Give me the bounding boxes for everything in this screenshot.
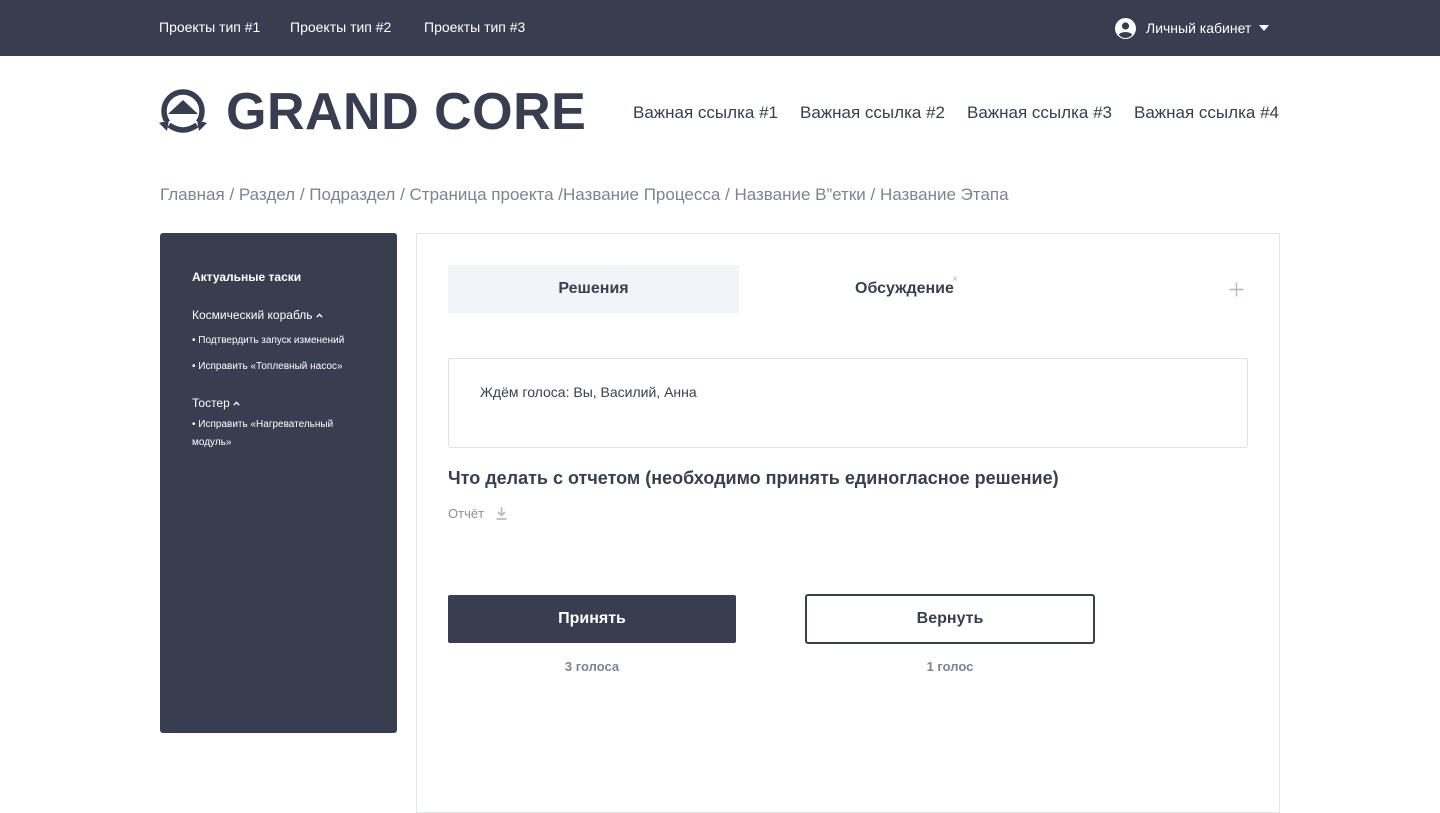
report-label: Отчёт — [448, 506, 485, 521]
return-votes-count: 1 голос — [926, 659, 974, 674]
report-download-link[interactable]: Отчёт — [448, 506, 507, 521]
sidebar: Актуальные таски Космический корабль • П… — [160, 233, 397, 733]
top-bar: Проекты тип #1 Проекты тип #2 Проекты ти… — [0, 0, 1440, 56]
chevron-up-icon — [233, 400, 240, 406]
sidebar-task-item[interactable]: • Подтвердить запуск изменений — [192, 332, 362, 350]
sidebar-group-label: Тостер — [192, 396, 230, 410]
decision-question: Что делать с отчетом (необходимо принять… — [448, 468, 1059, 488]
tab-decisions[interactable]: Решения — [448, 265, 739, 313]
voting-status-box: Ждём голоса: Вы, Василий, Анна — [448, 358, 1248, 448]
breadcrumb-item[interactable]: Раздел — [239, 185, 295, 204]
breadcrumb-item[interactable]: Страница проекта — [410, 185, 554, 204]
download-icon — [496, 507, 507, 520]
breadcrumb-item[interactable]: Название В”етки — [734, 185, 865, 204]
breadcrumb-item-current[interactable]: Название Этапа — [880, 185, 1009, 204]
sidebar-group-toaster[interactable]: Тостер — [192, 396, 240, 410]
breadcrumb-item[interactable]: Подраздел — [309, 185, 395, 204]
top-nav-link-3[interactable]: Проекты тип #3 — [424, 19, 525, 35]
logo-icon[interactable] — [158, 89, 208, 133]
main-nav-link-3[interactable]: Важная ссылка #3 — [967, 103, 1112, 123]
user-avatar-icon — [1115, 17, 1136, 39]
account-menu[interactable]: Личный кабинет — [1115, 17, 1270, 39]
breadcrumb-item[interactable]: Главная — [160, 185, 225, 204]
sidebar-task-item[interactable]: • Исправить «Топлевный насос» — [192, 358, 362, 376]
sidebar-title: Актуальные таски — [192, 270, 302, 284]
voting-status-text: Ждём голоса: Вы, Василий, Анна — [480, 384, 697, 400]
add-tab-icon[interactable] — [1229, 282, 1244, 297]
sidebar-task-item[interactable]: • Исправить «Нагревательный модуль» — [192, 416, 362, 452]
top-nav-link-1[interactable]: Проекты тип #1 — [159, 19, 260, 35]
caret-down-icon — [1259, 25, 1270, 31]
main-nav-link-2[interactable]: Важная ссылка #2 — [800, 103, 945, 123]
tab-discussion[interactable]: Обсуждение — [855, 280, 954, 298]
chevron-up-icon — [315, 312, 323, 318]
decision-panel: Решения Обсуждение × Ждём голоса: Вы, Ва… — [416, 233, 1280, 813]
return-button[interactable]: Вернуть — [805, 594, 1095, 644]
account-label: Личный кабинет — [1146, 20, 1252, 36]
sidebar-group-spaceship[interactable]: Космический корабль — [192, 308, 323, 322]
top-nav-link-2[interactable]: Проекты тип #2 — [290, 19, 391, 35]
sidebar-group-label: Космический корабль — [192, 308, 313, 322]
breadcrumb-item[interactable]: Название Процесса — [563, 185, 720, 204]
accept-votes-count: 3 голоса — [564, 659, 620, 674]
accept-button[interactable]: Принять — [448, 595, 736, 643]
breadcrumb: Главная / Раздел / Подраздел / Страница … — [160, 185, 1009, 204]
main-nav-link-4[interactable]: Важная ссылка #4 — [1134, 103, 1279, 123]
close-tab-icon[interactable]: × — [952, 275, 958, 285]
main-nav-link-1[interactable]: Важная ссылка #1 — [633, 103, 778, 123]
brand-name[interactable]: GRAND CORE — [226, 84, 586, 140]
